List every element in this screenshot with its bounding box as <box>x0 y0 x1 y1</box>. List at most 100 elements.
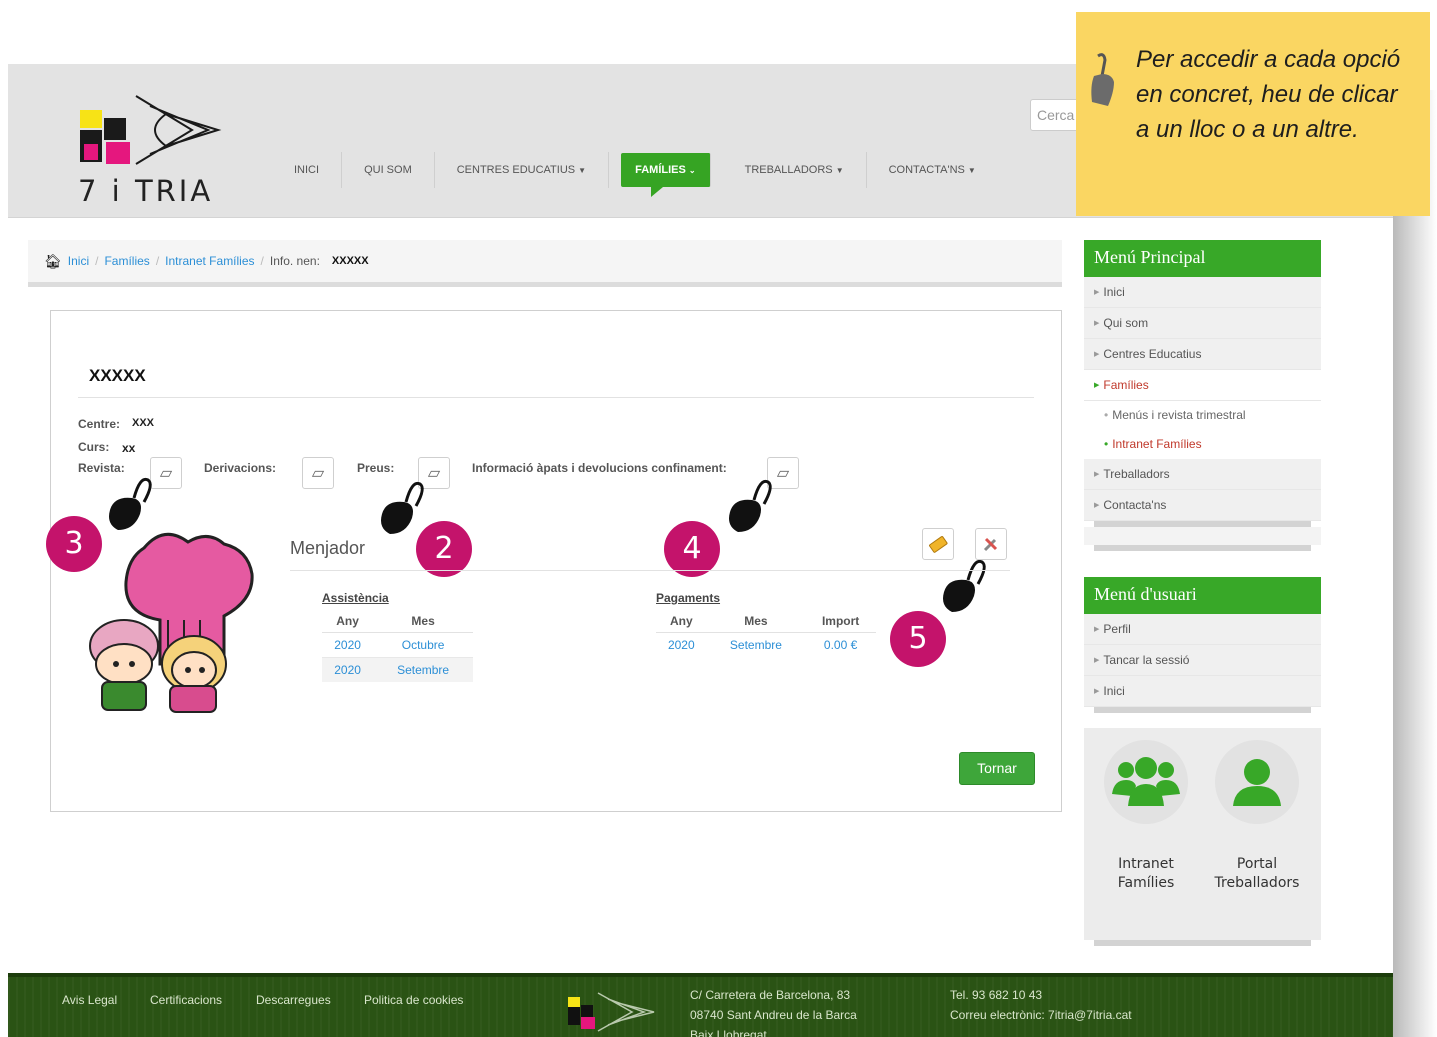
table-cell[interactable]: Setembre <box>373 657 473 682</box>
sidebar-item-inici-user[interactable]: ▶ Inici <box>1084 676 1321 707</box>
breadcrumb-families[interactable]: Famílies <box>104 254 149 268</box>
document-icon: ▱ <box>159 465 173 482</box>
table-row[interactable]: 2020 Setembre <box>322 657 473 682</box>
sidebar-item-contactans[interactable]: ▶ Contacta'ns <box>1084 490 1321 521</box>
table-row[interactable]: 2020 Setembre 0.00 € <box>656 632 876 657</box>
step-badge-4: 4 <box>664 521 720 577</box>
main-menu: Menú Principal ▶ Inici ▶ Qui som ▶ Centres … <box>1084 240 1321 551</box>
footer-address: C/ Carretera de Barcelona, 83 08740 Sant… <box>690 985 857 1037</box>
document-icon: ▱ <box>427 465 441 482</box>
pointing-hand-icon <box>1091 53 1114 106</box>
portal-treballadors-link[interactable] <box>1215 740 1299 824</box>
nav-qui-som[interactable]: QUI SOM <box>342 152 435 188</box>
sidebar-item-centres[interactable]: ▶ Centres Educatius <box>1084 339 1321 370</box>
portal-treballadors-label[interactable]: Portal Treballadors <box>1202 855 1312 893</box>
sidebar-subitem-intranet[interactable]: • Intranet Famílies <box>1084 430 1321 459</box>
footer-link-descarregues[interactable]: Descarregues <box>256 993 331 1007</box>
sidebar-item-label: Qui som <box>1103 316 1149 330</box>
footer-link-cookies[interactable]: Politica de cookies <box>364 993 463 1007</box>
breadcrumb-separator: / <box>260 254 264 268</box>
sidebar-item-families[interactable]: ▶ Famílies <box>1084 370 1321 401</box>
search-input[interactable]: Cerca <box>1030 99 1082 131</box>
breadcrumb-intranet[interactable]: Intranet Famílies <box>165 254 254 268</box>
table-cell[interactable]: 0.00 € <box>805 632 876 657</box>
table-cell[interactable]: 2020 <box>322 632 374 658</box>
sidebar-subitem-menus[interactable]: • Menús i revista trimestral <box>1084 401 1321 430</box>
step-badge-2: 2 <box>416 521 472 577</box>
sidebar-item-treballadors[interactable]: ▶ Treballadors <box>1084 459 1321 490</box>
sidebar-item-label: Treballadors <box>1103 467 1170 481</box>
search-placeholder: Cerca <box>1037 107 1075 123</box>
sidebar-item-logout[interactable]: ▶ Tancar la sessió <box>1084 645 1321 676</box>
breadcrumb-current: Info. nen: <box>269 254 320 268</box>
sidebar-item-label: Perfil <box>1103 622 1131 636</box>
main-menu-title: Menú Principal <box>1084 240 1321 277</box>
nav-treballadors-label: TREBALLADORS <box>744 164 833 176</box>
user-menu-list: ▶ Perfil ▶ Tancar la sessió ▶ Inici <box>1084 614 1321 707</box>
page-shadow <box>1393 90 1437 1037</box>
site-logo[interactable]: 7 i TRIA <box>72 90 222 210</box>
bullet-icon: • <box>1104 437 1109 451</box>
breadcrumb-inici[interactable]: Inici <box>68 254 89 268</box>
quick-access-box: Intranet Famílies Portal Treballadors <box>1084 728 1321 946</box>
kids-chef-illustration <box>89 532 254 713</box>
table-row[interactable]: 2020 Octubre <box>322 632 473 658</box>
breadcrumb-child-name: XXXXX <box>331 255 369 267</box>
step-badge-5: 5 <box>890 611 946 667</box>
nav-treballadors[interactable]: TREBALLADORS ▼ <box>723 152 867 188</box>
menjador-heading: Menjador <box>290 538 366 558</box>
bullet-icon: ▶ <box>1094 688 1100 696</box>
footer-email[interactable]: Correu electrònic: 7itria@7itria.cat <box>950 1005 1132 1025</box>
table-cell[interactable]: Setembre <box>706 632 806 657</box>
bullet-icon: ▶ <box>1094 502 1100 510</box>
quick-label-line: Intranet <box>1118 856 1174 872</box>
table-cell[interactable]: 2020 <box>656 632 707 657</box>
bullet-icon: ▶ <box>1094 626 1100 634</box>
bullet-icon: ▶ <box>1094 657 1100 665</box>
table-cell[interactable]: Octubre <box>373 632 473 658</box>
bullet-icon: ▶ <box>1094 471 1100 479</box>
intranet-families-link[interactable] <box>1104 740 1188 824</box>
column-header: Any <box>322 610 374 633</box>
note-text: Per accedir a cada opció en concret, heu… <box>1136 46 1401 143</box>
table-header-row: Any Mes Import <box>656 610 876 633</box>
sidebar-item-label: Tancar la sessió <box>1103 653 1190 667</box>
back-button[interactable]: Tornar <box>959 752 1035 785</box>
sidebar-item-inici[interactable]: ▶ Inici <box>1084 277 1321 308</box>
sidebar-subitem-label: Menús i revista trimestral <box>1112 408 1246 422</box>
nav-contactans[interactable]: CONTACTA'NS ▼ <box>867 152 998 188</box>
derivacions-document-button[interactable]: ▱ <box>302 457 334 489</box>
pointing-hand-icon <box>381 481 424 534</box>
sidebar-item-perfil[interactable]: ▶ Perfil <box>1084 614 1321 645</box>
nav-qui-som-label: QUI SOM <box>364 164 412 176</box>
user-menu-title: Menú d'usuari <box>1084 577 1321 614</box>
footer-phone: Tel. 93 682 10 43 <box>950 988 1043 1002</box>
centre-label: Centre: <box>78 417 121 431</box>
column-header: Any <box>656 610 707 633</box>
nav-families[interactable]: FAMÍLIES ⌄ <box>621 153 711 197</box>
table-cell[interactable]: 2020 <box>322 657 374 682</box>
centre-value: XXX <box>132 417 155 429</box>
footer-link-certificacions[interactable]: Certificacions <box>150 993 222 1007</box>
intranet-families-label[interactable]: Intranet Famílies <box>1091 855 1201 893</box>
derivacions-label: Derivacions: <box>204 461 277 475</box>
logo-text: 7 i TRIA <box>78 174 214 208</box>
main-menu-list: ▶ Inici ▶ Qui som ▶ Centres Educatius ▶ Famí… <box>1084 277 1321 521</box>
ticket-icon <box>929 536 948 553</box>
footer-link-avis-legal[interactable]: Avis Legal <box>62 993 117 1007</box>
caret-down-icon: ⌄ <box>688 166 696 175</box>
bullet-icon: ▶ <box>1094 351 1100 359</box>
group-users-icon <box>1112 757 1180 806</box>
nav-centres-educatius[interactable]: CENTRES EDUCATIUS ▼ <box>435 152 610 188</box>
tools-icon <box>983 537 998 552</box>
logo-arrow-icon <box>597 992 655 1032</box>
home-icon[interactable]: 🏠︎ <box>44 253 62 270</box>
quick-label-line: Famílies <box>1117 875 1175 891</box>
payment-ticket-button[interactable] <box>922 528 954 560</box>
sidebar-item-qui-som[interactable]: ▶ Qui som <box>1084 308 1321 339</box>
tools-button[interactable] <box>975 528 1007 560</box>
pagaments-heading[interactable]: Pagaments <box>656 591 720 605</box>
assistencia-heading[interactable]: Assistència <box>322 591 389 605</box>
divider <box>78 397 1034 398</box>
nav-inici[interactable]: INICI <box>272 152 343 188</box>
